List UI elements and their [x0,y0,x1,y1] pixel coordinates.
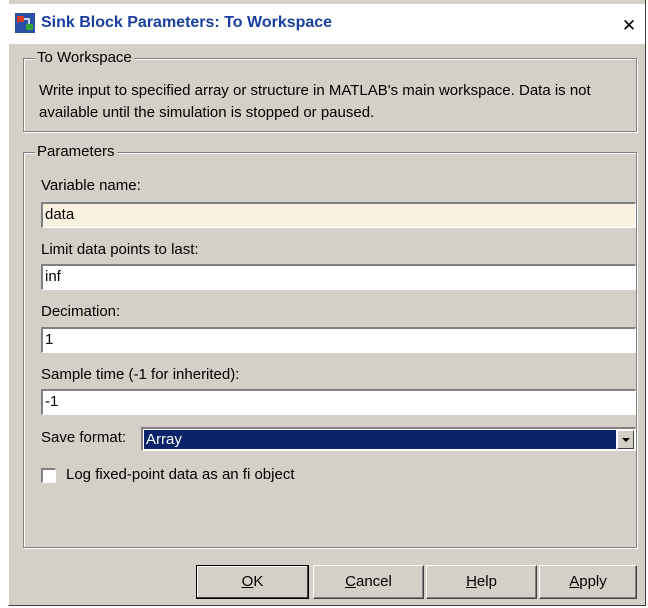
block-group-label: To Workspace [35,49,134,66]
apply-hotkey: A [569,573,580,590]
help-label-rest: elp [476,573,497,590]
decimation-label: Decimation: [41,303,121,320]
sample-time-field[interactable]: -1 [41,389,636,415]
window-title: Sink Block Parameters: To Workspace [41,14,333,31]
apply-button[interactable]: Apply [539,565,637,599]
sample-time-label: Sample time (-1 for inherited): [41,366,240,383]
parameters-group-label: Parameters [35,143,117,160]
cancel-label-rest: ancel [355,573,392,590]
cancel-button[interactable]: Cancel [313,565,424,599]
ok-button[interactable]: OK [196,565,309,599]
dialog-window: Sink Block Parameters: To Workspace ✕ To… [8,0,646,606]
ok-hotkey: O [241,573,254,590]
log-fixed-point-label[interactable]: Log fixed-point data as an fi object [66,466,295,483]
help-button[interactable]: Help [426,565,537,599]
limit-points-label: Limit data points to last: [41,241,199,258]
apply-label-rest: pply [579,573,607,590]
save-format-selected-value: Array [144,430,616,449]
variable-name-field[interactable]: data [41,202,636,228]
help-hotkey: H [466,573,477,590]
ok-label-rest: K [253,573,264,590]
limit-points-field[interactable]: inf [41,264,636,290]
simulink-block-icon [15,13,35,33]
block-description: Write input to specified array or struct… [39,82,591,121]
title-bar[interactable]: Sink Block Parameters: To Workspace ✕ [9,4,645,44]
close-icon[interactable]: ✕ [621,17,637,34]
variable-name-label: Variable name: [41,177,141,194]
log-fixed-point-checkbox[interactable] [41,468,56,483]
chevron-down-icon[interactable] [617,430,634,449]
cancel-hotkey: C [345,573,356,590]
save-format-label: Save format: [41,429,127,446]
save-format-select[interactable]: Array [141,427,636,451]
decimation-field[interactable]: 1 [41,327,636,353]
